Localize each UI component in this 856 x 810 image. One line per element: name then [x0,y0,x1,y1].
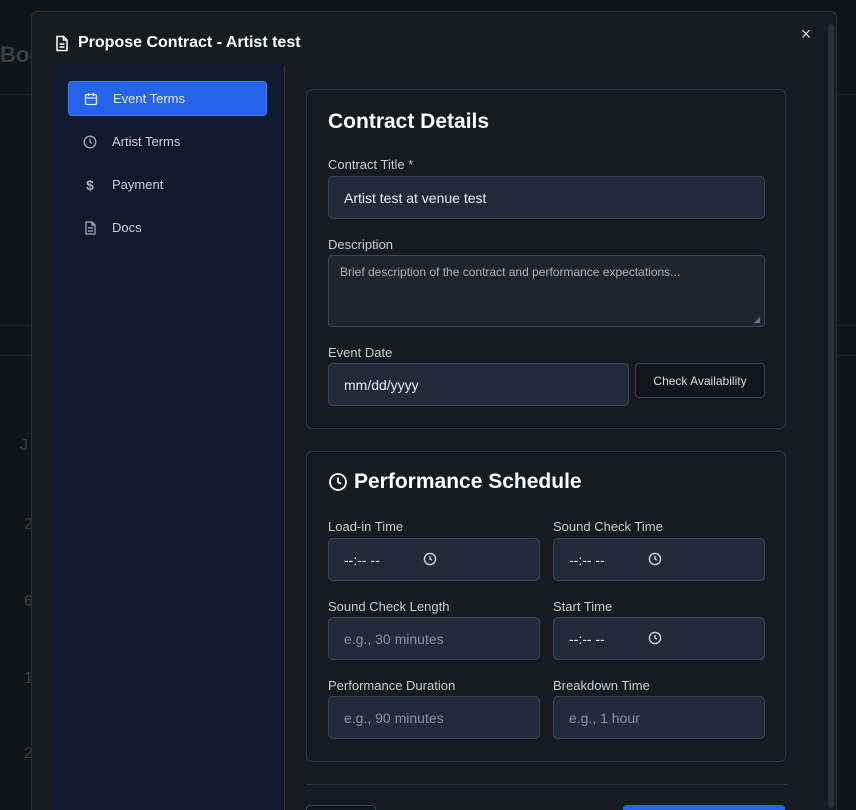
contract-title-label: Contract Title * [328,157,414,172]
modal-title: Propose Contract - Artist test [78,34,301,51]
close-button[interactable]: × [796,25,816,45]
footer-primary-button[interactable] [623,805,785,810]
start-time-label: Start Time [553,599,613,614]
load-in-time-input[interactable]: --:-- -- [328,538,540,581]
sidebar-item-label: Docs [112,220,142,235]
footer-secondary-button[interactable] [306,805,376,810]
clock-icon [328,472,348,492]
load-in-time-label: Load-in Time [328,519,404,534]
sidebar-item-label: Artist Terms [112,134,181,149]
contract-details-card: Contract Details Contract Title * Artist… [306,89,786,429]
performance-schedule-card: Performance Schedule Load-in Time --:-- … [306,451,786,762]
sidebar-item-event-terms[interactable]: Event Terms [68,81,267,116]
breakdown-time-input[interactable]: e.g., 1 hour [553,696,765,739]
check-availability-button[interactable]: Check Availability [635,363,765,398]
sound-check-time-input[interactable]: --:-- -- [553,538,765,581]
contract-details-heading: Contract Details [328,110,490,133]
start-time-input[interactable]: --:-- -- [553,617,765,660]
event-date-label: Event Date [328,345,393,360]
time-value: --:-- -- [569,630,605,647]
description-placeholder: Brief description of the contract and pe… [340,265,681,279]
time-value: --:-- -- [344,551,380,568]
footer-divider [306,784,788,785]
sound-check-length-label: Sound Check Length [328,599,450,614]
resize-grip-icon[interactable]: ◢ [754,316,762,324]
performance-schedule-header: Performance Schedule [328,470,582,494]
clock-icon[interactable] [648,552,662,569]
sound-check-length-input[interactable]: e.g., 30 minutes [328,617,540,660]
sidebar: Event Terms Artist Terms $ Payment Docs [54,66,285,810]
clock-icon[interactable] [423,552,437,569]
dollar-icon: $ [86,176,94,193]
event-date-input[interactable]: mm/dd/yyyy [328,363,629,406]
description-label: Description [328,237,394,252]
sidebar-item-payment[interactable]: $ Payment [68,167,267,202]
sidebar-item-docs[interactable]: Docs [68,210,267,245]
document-icon [82,220,98,236]
clock-icon[interactable] [648,631,662,648]
clock-icon [82,134,98,150]
modal-scrollbar[interactable] [828,24,834,808]
sidebar-item-label: Payment [112,177,164,192]
contract-title-input[interactable]: Artist test at venue test [328,176,765,219]
calendar-icon [83,91,99,107]
performance-duration-input[interactable]: e.g., 90 minutes [328,696,540,739]
performance-duration-label: Performance Duration [328,678,456,693]
breakdown-time-label: Breakdown Time [553,678,650,693]
performance-schedule-heading: Performance Schedule [354,470,582,493]
propose-contract-modal: Propose Contract - Artist test × Event T… [31,11,837,810]
background-text: J [20,437,28,454]
sidebar-item-artist-terms[interactable]: Artist Terms [68,124,267,159]
sidebar-item-label: Event Terms [113,91,186,106]
document-icon [54,35,70,52]
modal-header: Propose Contract - Artist test [54,34,301,52]
time-value: --:-- -- [569,551,605,568]
description-textarea[interactable]: Brief description of the contract and pe… [328,255,765,327]
sound-check-time-label: Sound Check Time [553,519,663,534]
